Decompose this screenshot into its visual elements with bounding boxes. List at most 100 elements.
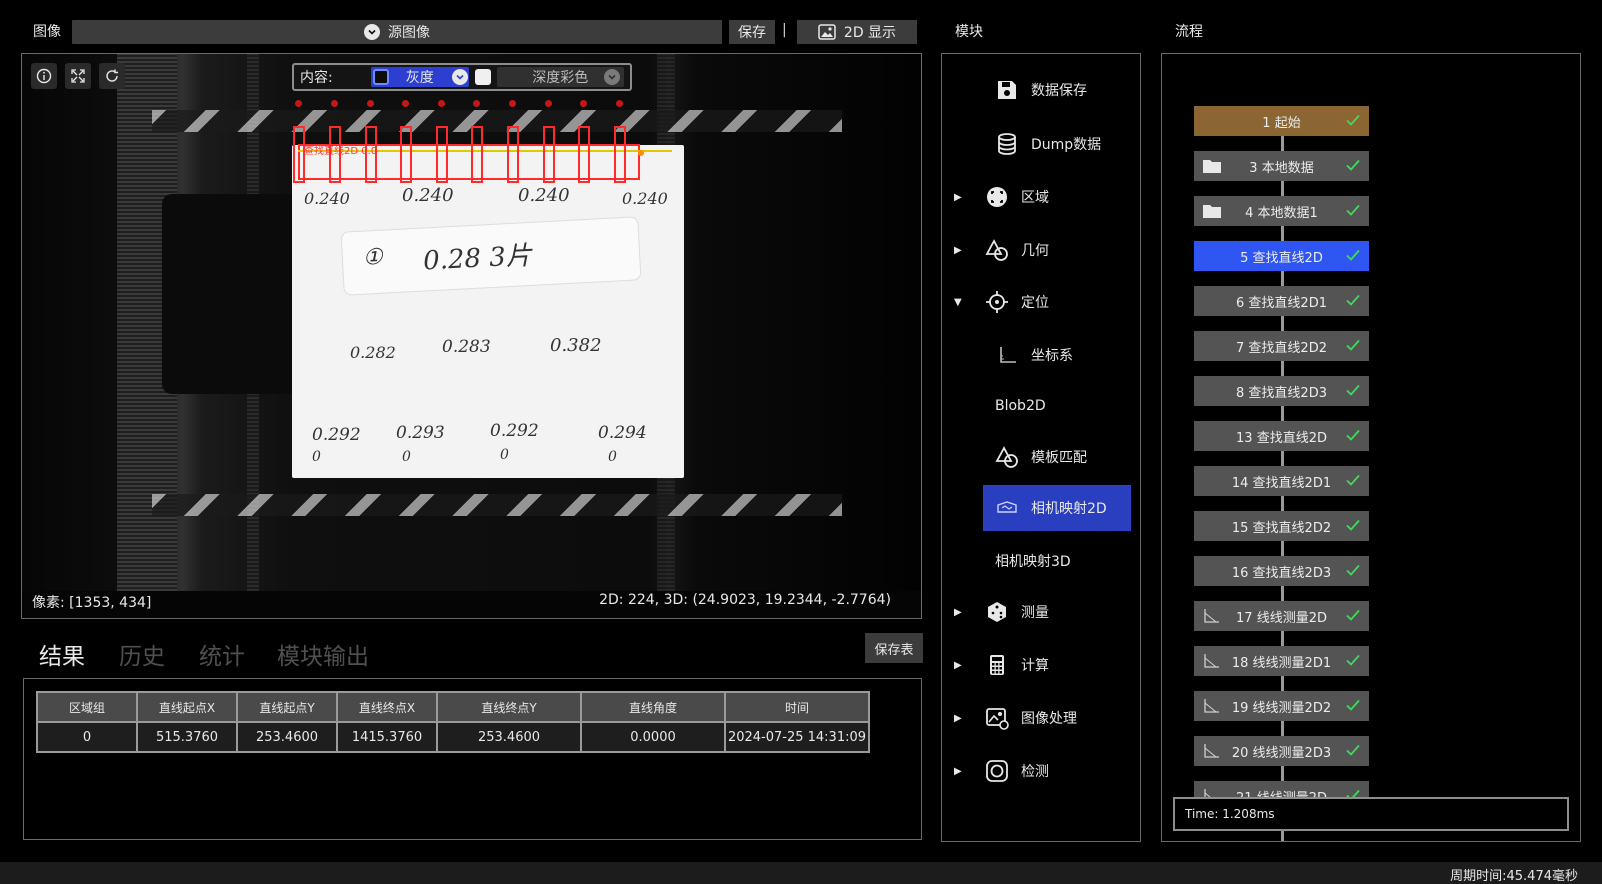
flow-node[interactable]: 15 查找直线2D2 — [1194, 511, 1369, 541]
module-blob2d[interactable]: Blob2D — [942, 383, 1140, 429]
flow-node[interactable]: 16 查找直线2D3 — [1194, 556, 1369, 586]
check-icon — [1346, 654, 1360, 666]
flow-node[interactable]: 20 线线测量2D3 — [1194, 736, 1369, 766]
gray-mode-select[interactable]: 灰度 — [370, 67, 469, 87]
tab-history[interactable]: 历史 — [119, 637, 165, 671]
check-icon — [1346, 609, 1360, 621]
content-selector: 内容: 灰度 深度彩色 — [292, 63, 632, 91]
expand-arrow-icon: ▶ — [954, 659, 962, 671]
status-bar — [0, 862, 1602, 884]
ruler-icon — [1204, 654, 1219, 668]
column-header[interactable]: 直线起点X — [136, 691, 238, 723]
refresh-button[interactable] — [99, 63, 125, 89]
expand-arrow-icon: ▶ — [954, 606, 962, 618]
results-panel: 区域组 直线起点X 直线起点Y 直线终点X 直线终点Y 直线角度 时间 0 51… — [23, 678, 922, 840]
flow-node[interactable]: 3 本地数据 — [1194, 151, 1369, 181]
flow-node[interactable]: 14 查找直线2D1 — [1194, 466, 1369, 496]
save-image-button[interactable]: 保存 — [729, 20, 775, 44]
flow-node[interactable]: 6 查找直线2D1 — [1194, 286, 1369, 316]
expand-arrow-icon: ▶ — [954, 765, 962, 777]
tab-statistics[interactable]: 统计 — [199, 637, 245, 671]
flow-node[interactable]: 17 线线测量2D — [1194, 601, 1369, 631]
caliper-box[interactable] — [329, 126, 341, 183]
caliper-box[interactable] — [365, 126, 377, 183]
flow-node[interactable]: 8 查找直线2D3 — [1194, 376, 1369, 406]
chevron-down-icon — [451, 69, 468, 85]
info-button[interactable] — [31, 63, 57, 89]
module-dump-data[interactable]: Dump数据 — [942, 121, 1140, 167]
geometry-icon — [984, 237, 1010, 263]
caliper-box[interactable] — [400, 126, 412, 183]
refresh-icon — [106, 69, 118, 82]
module-data-save[interactable]: 数据保存 — [942, 67, 1140, 113]
tab-results[interactable]: 结果 — [39, 637, 85, 671]
info-icon — [36, 68, 52, 84]
flow-node[interactable]: 7 查找直线2D2 — [1194, 331, 1369, 361]
table-row[interactable]: 0 515.3760 253.4600 1415.3760 253.4600 0… — [36, 721, 870, 753]
flow-node[interactable]: 1 起始 — [1194, 106, 1369, 136]
module-group-detect[interactable]: ▶ 检测 — [942, 748, 1140, 794]
flow-node[interactable]: 4 本地数据1 — [1194, 196, 1369, 226]
flow-node[interactable]: 5 查找直线2D — [1194, 241, 1369, 271]
caliper-box[interactable] — [543, 126, 555, 183]
check-icon — [1346, 564, 1360, 576]
module-group-image-processing[interactable]: ▶ 图像处理 — [942, 695, 1140, 741]
module-group-geometry[interactable]: ▶ 几何 — [942, 227, 1140, 273]
fit-screen-button[interactable] — [65, 63, 91, 89]
depth-checkbox[interactable] — [474, 69, 491, 85]
caliper-box[interactable] — [471, 126, 483, 183]
flow-node[interactable]: 19 线线测量2D2 — [1194, 691, 1369, 721]
caliper-box[interactable] — [507, 126, 519, 183]
caliper-box[interactable] — [614, 126, 626, 183]
check-icon — [1346, 519, 1360, 531]
module-panel: 数据保存 Dump数据 ▶ 区域 ▶ 几何 ▼ 定位 坐标系 Blob2D 模板… — [941, 53, 1141, 842]
toolbar-separator: | — [782, 22, 787, 38]
results-table: 区域组 直线起点X 直线起点Y 直线终点X 直线终点Y 直线角度 时间 0 51… — [36, 691, 870, 753]
flow-panel-title: 流程 — [1175, 24, 1203, 40]
gray-checkbox[interactable] — [372, 69, 389, 85]
save-table-button[interactable]: 保存表 — [865, 633, 923, 663]
column-header[interactable]: 直线起点Y — [236, 691, 338, 723]
folder-icon — [1203, 160, 1221, 173]
module-camera-map-3d[interactable]: 相机映射3D — [942, 538, 1140, 584]
depth-color-select[interactable]: 深度彩色 — [496, 67, 624, 87]
flow-node[interactable]: 13 查找直线2D — [1194, 421, 1369, 451]
check-icon — [1346, 699, 1360, 711]
image-process-icon — [984, 705, 1010, 731]
image-viewport[interactable]: 0.240 0.240 0.240 0.240 0.282 0.283 0.38… — [21, 53, 922, 619]
column-header[interactable]: 直线角度 — [580, 691, 726, 723]
image-source-select[interactable]: 源图像 — [72, 20, 722, 44]
column-header[interactable]: 区域组 — [36, 691, 138, 723]
save-icon — [994, 77, 1020, 103]
display-mode-button[interactable]: 2D 显示 — [797, 20, 917, 44]
tab-module-output[interactable]: 模块输出 — [277, 637, 369, 671]
check-icon — [1346, 744, 1360, 756]
module-camera-map-2d[interactable]: 相机映射2D — [983, 485, 1131, 531]
check-icon — [1346, 339, 1360, 351]
image-icon — [818, 24, 836, 40]
crosshair-icon — [984, 289, 1010, 315]
module-group-region[interactable]: ▶ 区域 — [942, 174, 1140, 220]
region-icon — [984, 184, 1010, 210]
column-header[interactable]: 直线终点X — [336, 691, 438, 723]
module-group-measure[interactable]: ▶ 测量 — [942, 589, 1140, 635]
module-template-match[interactable]: 模板匹配 — [942, 434, 1140, 480]
content-label: 内容: — [300, 70, 333, 86]
column-header[interactable]: 时间 — [724, 691, 870, 723]
image-source-label: 源图像 — [388, 25, 430, 41]
calculator-icon — [984, 652, 1010, 678]
ruler-icon — [1204, 744, 1219, 758]
pixel-status: 像素: [1353, 434] — [32, 595, 152, 611]
module-coordinate-system[interactable]: 坐标系 — [942, 332, 1140, 378]
display-mode-label: 2D 显示 — [843, 25, 897, 41]
module-group-calculate[interactable]: ▶ 计算 — [942, 642, 1140, 688]
sample-sheet: 0.240 0.240 0.240 0.240 0.282 0.283 0.38… — [292, 145, 684, 478]
caliper-box[interactable] — [293, 126, 305, 183]
module-group-locate[interactable]: ▼ 定位 — [942, 279, 1140, 325]
image-panel-title: 图像 — [33, 24, 61, 40]
flow-node[interactable]: 18 线线测量2D1 — [1194, 646, 1369, 676]
caliper-box[interactable] — [436, 126, 448, 183]
check-icon — [1346, 159, 1360, 171]
column-header[interactable]: 直线终点Y — [436, 691, 582, 723]
caliper-box[interactable] — [578, 126, 590, 183]
